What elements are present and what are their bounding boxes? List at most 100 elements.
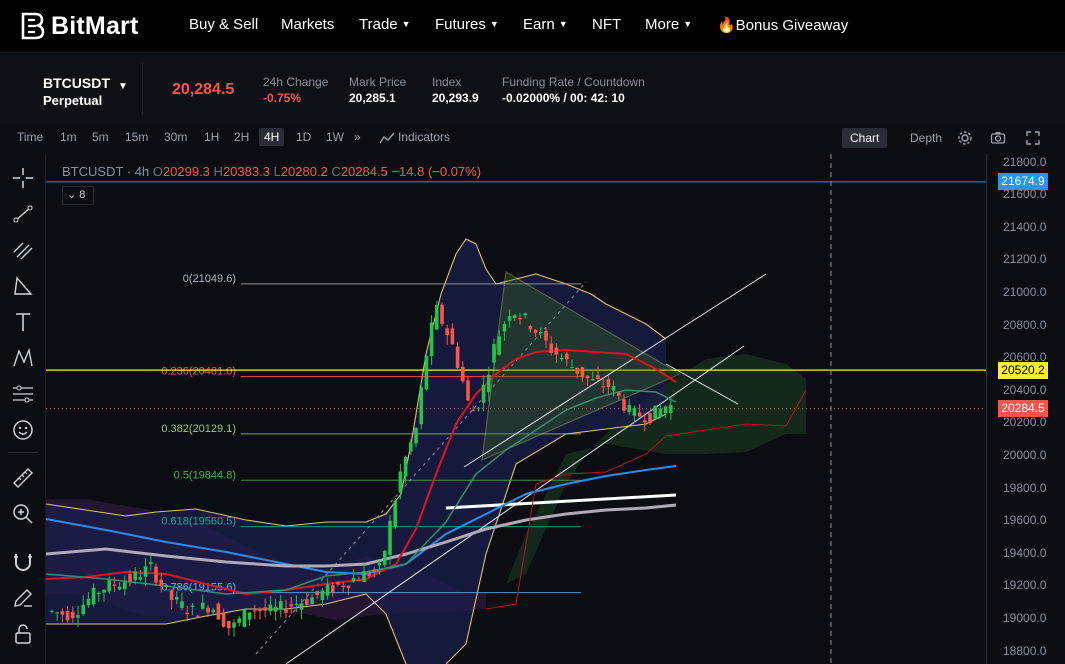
chevron-down-icon: ▼ (683, 19, 693, 29)
tf-5m[interactable]: 5m (92, 130, 109, 144)
chevron-down-icon: ▼ (558, 19, 568, 29)
tf-1h[interactable]: 1H (204, 130, 219, 144)
candle-body (476, 407, 481, 409)
crosshair-icon[interactable] (11, 166, 35, 190)
pattern-icon[interactable] (11, 346, 35, 370)
candle-body (107, 580, 111, 592)
triangle-pattern-icon[interactable] (11, 274, 35, 298)
fib-channel-icon[interactable] (11, 238, 35, 262)
nav-markets[interactable]: Markets (281, 16, 334, 33)
measure-lines-icon[interactable] (11, 382, 35, 406)
nav-buy-sell[interactable]: Buy & Sell (189, 16, 258, 33)
chevron-down-icon: ⌄ (67, 189, 77, 201)
emoji-icon[interactable] (11, 418, 35, 442)
candle-body (123, 582, 127, 590)
gear-icon[interactable] (957, 130, 973, 146)
candle-body (325, 584, 330, 596)
candle-body (450, 328, 455, 345)
fullscreen-icon[interactable] (1025, 130, 1041, 146)
zoom-in-icon[interactable] (11, 502, 35, 526)
indicators-button[interactable]: Indicators (398, 130, 450, 144)
brand-logo[interactable]: BitMart (20, 10, 139, 42)
magnet-icon[interactable] (11, 550, 35, 574)
candle-body (294, 603, 299, 605)
candle-body (643, 420, 647, 423)
nav-earn[interactable]: Earn ▼ (523, 16, 568, 33)
chevron-down-icon: ▼ (401, 19, 411, 29)
candle-body (362, 571, 366, 582)
chart-canvas[interactable]: 0(21049.6) 0.236(20481.0) 0.382(20129.1) 0.… (46, 154, 986, 664)
candle-body (216, 603, 221, 620)
price-axis[interactable]: 21800.0 21600.0 21400.0 21200.0 21000.0 20800… (986, 154, 1065, 664)
candle-body (242, 609, 247, 627)
candle-body (253, 610, 257, 612)
chart-toolbar: Time 1m 5m 15m 30m 1H 2H 4H 1D 1W » Indi… (0, 124, 1065, 154)
candle-body (211, 610, 215, 613)
candle-body (393, 500, 397, 528)
candle-body (653, 405, 657, 419)
candle-body (76, 615, 80, 618)
candle-body (60, 611, 65, 615)
candle-body (606, 379, 611, 388)
lock-icon[interactable] (11, 622, 35, 646)
indicator-count-toggle[interactable]: ⌄ 8 (62, 186, 94, 205)
candle-body (585, 375, 590, 379)
price-chart[interactable]: 0(21049.6) 0.236(20481.0) 0.382(20129.1) 0.… (46, 154, 986, 664)
axis-tick: 20200.0 (1003, 415, 1047, 430)
candle-body (128, 574, 132, 582)
nav-futures[interactable]: Futures ▼ (435, 16, 499, 33)
candle-body (518, 317, 522, 320)
nav-more[interactable]: More ▼ (645, 16, 692, 33)
tf-1d[interactable]: 1D (296, 130, 311, 144)
drawing-pencil-icon[interactable] (11, 586, 35, 610)
tf-4h[interactable]: 4H (259, 128, 285, 146)
funding-label: Funding Rate / Countdown (502, 75, 645, 89)
indicators-icon[interactable] (379, 130, 395, 146)
candle-body (455, 346, 460, 369)
index-label: Index (432, 75, 462, 89)
candle-body (367, 574, 371, 577)
nav-nft[interactable]: NFT (592, 16, 621, 33)
tf-time[interactable]: Time (17, 130, 43, 144)
chart-view-button[interactable]: Chart (842, 128, 888, 148)
tf-30m[interactable]: 30m (164, 130, 187, 144)
tf-1m[interactable]: 1m (60, 130, 77, 144)
bitmart-logo-icon (21, 12, 45, 40)
contract-type[interactable]: Perpetual (43, 93, 102, 108)
nav-bonus-giveaway[interactable]: 🔥Bonus Giveaway (717, 16, 848, 34)
camera-icon[interactable] (990, 130, 1006, 146)
divider (142, 63, 143, 115)
text-icon[interactable] (11, 310, 35, 334)
ruler-icon[interactable] (11, 466, 35, 490)
candle-body (346, 585, 351, 588)
candle-body (627, 404, 631, 413)
candle-body (403, 456, 408, 477)
axis-tick: 19800.0 (1003, 480, 1047, 495)
legend-close-key: C (331, 164, 341, 179)
trendline-icon[interactable] (11, 202, 35, 226)
top-nav: BitMart Buy & Sell Markets Trade ▼ Future… (0, 0, 1065, 52)
axis-tick: 20000.0 (1003, 447, 1047, 462)
candle-body (388, 520, 392, 555)
pair-dropdown-icon[interactable]: ▼ (118, 81, 128, 92)
more-timeframes-icon[interactable]: » (354, 130, 361, 144)
candle-body (55, 612, 59, 614)
candle-body (117, 586, 122, 590)
fib-level-label: 0.618(19560.5) (161, 516, 236, 528)
candle-body (471, 410, 475, 412)
axis-tick: 19000.0 (1003, 611, 1047, 625)
indicator-count: 8 (79, 189, 86, 201)
depth-view-button[interactable]: Depth (910, 131, 942, 145)
nav-trade[interactable]: Trade ▼ (359, 16, 411, 33)
tf-1w[interactable]: 1W (326, 130, 344, 144)
tf-15m[interactable]: 15m (125, 130, 148, 144)
candle-body (419, 387, 423, 425)
divider (8, 452, 38, 453)
funding-value: -0.02000% / 00: 42: 10 (502, 91, 625, 105)
tf-2h[interactable]: 2H (234, 130, 249, 144)
candle-body (445, 328, 449, 336)
candle-body (372, 569, 377, 572)
candle-body (351, 577, 356, 582)
pair-symbol[interactable]: BTCUSDT (43, 75, 110, 91)
candle-body (549, 343, 553, 353)
